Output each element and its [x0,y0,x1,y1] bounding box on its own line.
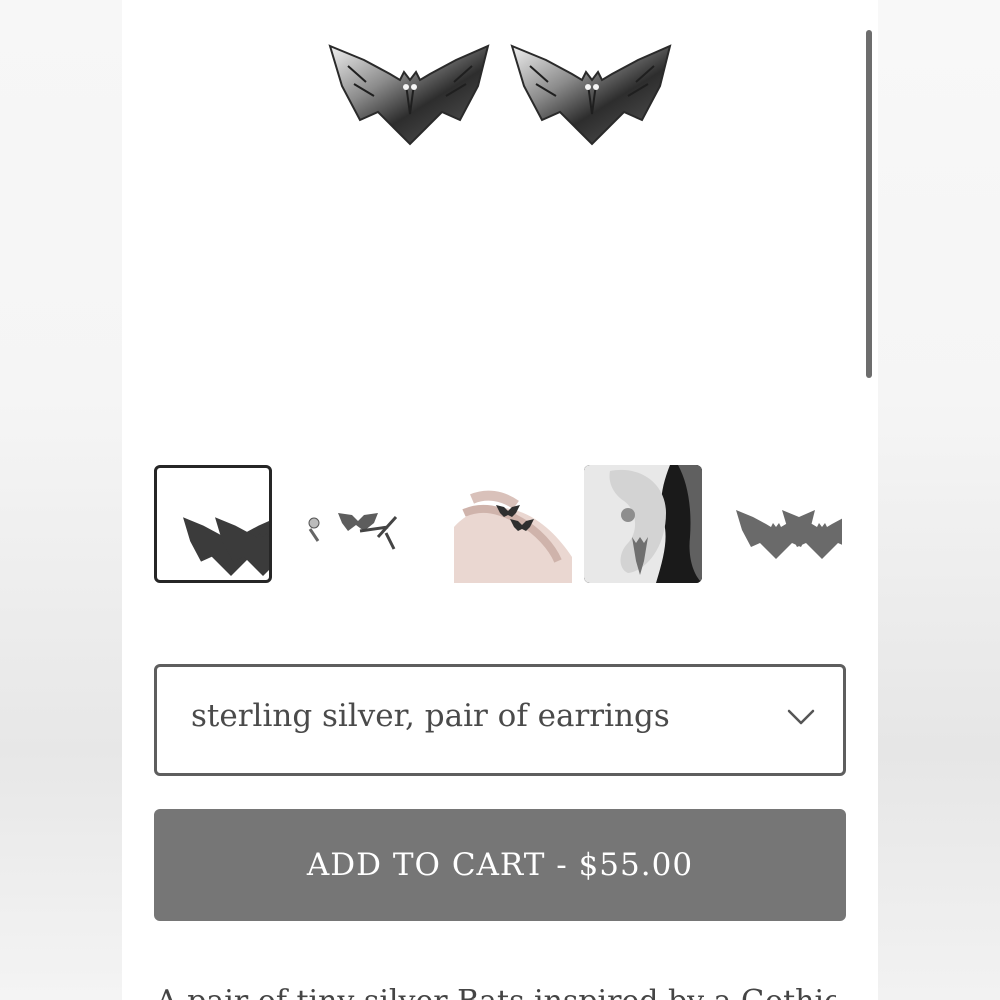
thumbnail-4[interactable] [584,465,702,583]
product-page: sterling silver, pair of earrings ADD TO… [122,0,878,1000]
page-background-right [878,0,1000,1000]
variant-select-value: sterling silver, pair of earrings [191,698,670,734]
variant-select[interactable]: sterling silver, pair of earrings [154,664,846,776]
thumbnail-2[interactable] [290,465,408,583]
thumbnail-strip [154,465,844,583]
main-product-image [328,44,672,146]
chevron-down-icon [787,709,815,725]
add-to-cart-button[interactable]: ADD TO CART - $55.00 [154,809,846,921]
product-image-viewer[interactable] [122,0,878,420]
thumbnail-image [736,510,842,559]
scrollbar[interactable] [866,30,872,378]
thumbnail-image [183,517,269,577]
thumbnail-image [584,465,702,583]
product-description-preview: A pair of tiny silver Bats inspired by a… [156,984,836,1000]
thumbnail-3[interactable] [454,465,572,583]
page-background-left [0,0,122,1000]
thumbnail-1-selected[interactable] [154,465,272,583]
thumbnail-image [308,513,398,550]
thumbnail-5[interactable] [724,465,842,583]
thumbnail-image [454,465,572,583]
